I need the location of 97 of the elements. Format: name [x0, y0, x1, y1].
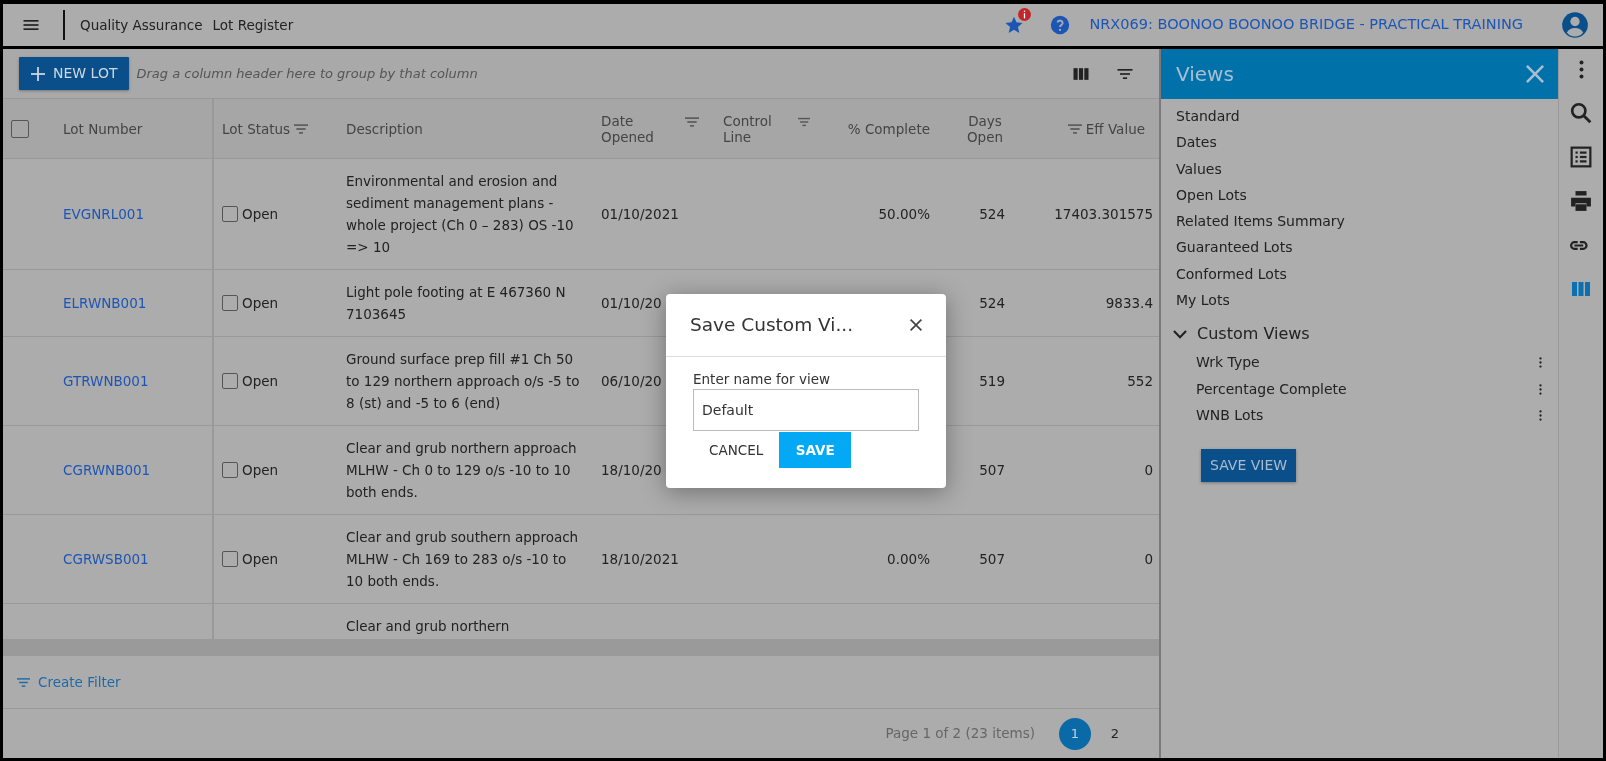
column-header[interactable]: Date Opened — [601, 112, 681, 145]
status-checkbox[interactable] — [222, 462, 238, 478]
days-text: 524 — [979, 294, 1005, 313]
name-input-field[interactable]: Default — [693, 389, 919, 432]
search-button[interactable] — [1569, 101, 1593, 125]
view-item[interactable]: Standard — [1161, 103, 1558, 130]
view-item[interactable]: Related Items Summary — [1161, 208, 1558, 235]
status-text: Open — [242, 550, 279, 569]
custom-view-item[interactable]: Percentage Complete — [1196, 378, 1347, 400]
project-name[interactable]: NRX069: BOONOO BOONOO BRIDGE - PRACTICAL TRAINING — [1089, 14, 1523, 36]
column-header[interactable]: % Complete — [847, 120, 930, 137]
lot-number-link[interactable]: CGRWNB001 — [63, 459, 151, 481]
filter-icon[interactable] — [1067, 121, 1082, 136]
status-text: Open — [242, 461, 279, 480]
breadcrumb-item[interactable]: Lot Register — [212, 14, 294, 36]
custom-view-item[interactable]: WNB Lots — [1196, 405, 1264, 427]
search-icon — [1570, 102, 1592, 124]
date-text: 01/10/2021 — [601, 205, 679, 224]
print-button[interactable] — [1569, 189, 1593, 213]
kebab-menu-icon[interactable] — [1539, 357, 1542, 369]
description-text: Environmental and erosion and sediment management plans - whole project (Ch 0 – 283) OS -10 => 10 — [346, 172, 575, 257]
save-view-button[interactable]: SAVE VIEW — [1201, 448, 1297, 482]
lot-number-link[interactable]: EVGNRL001 — [63, 203, 144, 225]
value-text: 552 — [1127, 372, 1153, 391]
description-text: Clear and grub southern approach MLHW - Ch 169 to 283 o/s -10 to 10 both ends. — [346, 528, 580, 591]
more-icon — [1578, 59, 1584, 79]
value-text: 0 — [1144, 461, 1153, 480]
pager-summary: Page 1 of 2 (23 items) — [885, 724, 1035, 744]
group-by-hint: Drag a column header here to group by that column — [136, 64, 478, 83]
value-text: 9833.4 — [1105, 294, 1153, 313]
page-button[interactable]: 2 — [1099, 717, 1131, 750]
status-text: Open — [242, 294, 279, 313]
page-button[interactable]: 1 — [1059, 717, 1091, 750]
notification-badge-icon — [1018, 8, 1032, 21]
filter-icon[interactable] — [797, 115, 810, 129]
column-header[interactable]: Description — [346, 120, 423, 137]
days-text: 507 — [979, 550, 1005, 569]
panel-title: Views — [1176, 61, 1234, 88]
kebab-menu-icon[interactable] — [1539, 410, 1542, 422]
column-header[interactable]: Lot Number — [63, 120, 143, 137]
user-avatar-icon[interactable] — [1561, 11, 1589, 39]
close-icon — [1526, 65, 1544, 83]
horizontal-scrollbar[interactable] — [3, 639, 1159, 655]
lot-number-link[interactable]: ELRWNB001 — [63, 292, 147, 314]
lot-number-link[interactable]: GTRWNB001 — [63, 370, 149, 392]
close-icon — [910, 319, 922, 331]
column-header[interactable]: Eff Value — [1085, 120, 1145, 137]
column-header[interactable]: Days Open — [965, 112, 1005, 145]
value-text: 17403.301575 — [1054, 205, 1153, 224]
status-checkbox[interactable] — [222, 551, 238, 567]
status-checkbox[interactable] — [222, 206, 238, 222]
kebab-menu-icon[interactable] — [1539, 383, 1542, 395]
field-label: Enter name for view — [693, 370, 832, 389]
view-item[interactable]: Values — [1161, 155, 1558, 182]
status-checkbox[interactable] — [222, 295, 238, 311]
custom-view-item[interactable]: Wrk Type — [1196, 352, 1260, 374]
view-item[interactable]: Guaranteed Lots — [1161, 234, 1558, 261]
list-button[interactable] — [1569, 145, 1593, 169]
filter-icon[interactable] — [294, 121, 309, 136]
dialog-title: Save Custom Vi... — [690, 313, 854, 338]
percent-text: 0.00% — [887, 550, 930, 569]
description-text: Clear and grub northern approach MLHW - Ch 0 to 129 o/s -10 to 10 both ends. — [346, 439, 578, 502]
date-text: 06/10/20 — [601, 372, 662, 391]
cancel-button[interactable]: CANCEL — [693, 432, 780, 469]
lot-number-link[interactable]: CGRWSB001 — [63, 548, 149, 570]
select-all-checkbox[interactable] — [11, 119, 29, 138]
new-lot-button[interactable]: NEW LOT — [19, 57, 130, 90]
description-text: Ground surface prep fill #1 Ch 50 to 129 northern approach o/s -5 to 8 (st) and -5 to 6 (end) — [346, 350, 581, 413]
description-text: Light pole footing at E 467360 N 7103645 — [346, 283, 567, 324]
custom-views-toggle[interactable]: Custom Views — [1161, 313, 1558, 350]
breadcrumb-item[interactable]: Quality Assurance — [80, 14, 203, 36]
days-text: 519 — [979, 372, 1005, 391]
date-text: 18/10/2021 — [601, 550, 679, 569]
help-icon[interactable] — [1049, 14, 1072, 36]
view-item[interactable]: Open Lots — [1161, 181, 1558, 209]
column-header[interactable]: Lot Status — [222, 120, 291, 137]
value-text: 0 — [1144, 550, 1153, 569]
status-checkbox[interactable] — [222, 373, 238, 389]
view-item[interactable]: Conformed Lots — [1161, 260, 1558, 288]
date-text: 18/10/20 — [601, 461, 662, 480]
filter-icon[interactable] — [685, 115, 699, 129]
percent-text: 50.00% — [878, 205, 930, 224]
columns-icon — [1572, 282, 1590, 296]
filter-icon — [17, 675, 30, 689]
printer-icon — [1570, 190, 1592, 212]
plus-icon — [31, 66, 45, 81]
view-item[interactable]: My Lots — [1161, 287, 1558, 314]
date-text: 01/10/20 — [601, 294, 662, 313]
status-text: Open — [242, 205, 279, 224]
view-item[interactable]: Dates — [1161, 129, 1558, 156]
status-text: Open — [242, 372, 279, 391]
days-text: 507 — [979, 461, 1005, 480]
column-header[interactable]: Control Line — [723, 112, 794, 145]
description-text: Clear and grub northern — [346, 617, 510, 636]
close-button[interactable] — [910, 319, 922, 331]
list-icon — [1570, 146, 1592, 168]
days-text: 524 — [979, 205, 1005, 224]
